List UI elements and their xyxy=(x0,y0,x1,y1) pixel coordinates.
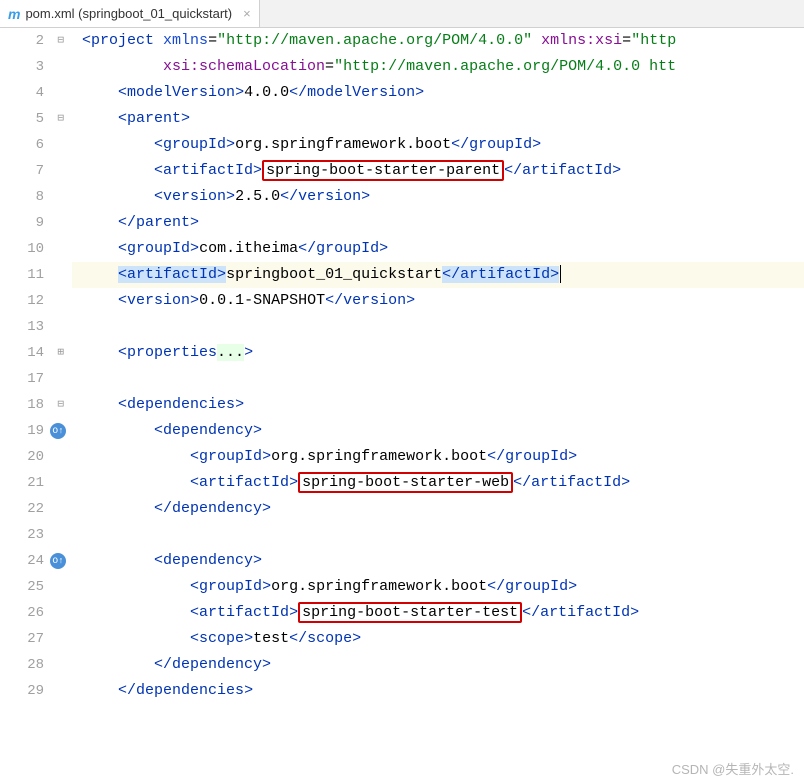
tab-bar: m pom.xml (springboot_01_quickstart) × xyxy=(0,0,804,28)
code-line: <dependency> xyxy=(72,418,804,444)
line-number: 17 xyxy=(0,366,72,392)
line-number: 24⊟o xyxy=(0,548,72,574)
line-gutter: 2⊟345⊟67891011121314⊞1718⊟19⊟o2021222324… xyxy=(0,28,72,704)
text-cursor xyxy=(560,265,561,283)
code-line-current: <artifactId>springboot_01_quickstart</ar… xyxy=(72,262,804,288)
file-tab[interactable]: m pom.xml (springboot_01_quickstart) × xyxy=(0,0,260,27)
code-line: <parent> xyxy=(72,106,804,132)
code-line: <groupId>org.springframework.boot</group… xyxy=(72,444,804,470)
line-number: 2⊟ xyxy=(0,28,72,54)
line-number: 23 xyxy=(0,522,72,548)
line-number: 22 xyxy=(0,496,72,522)
line-number: 27 xyxy=(0,626,72,652)
code-line: <modelVersion>4.0.0</modelVersion> xyxy=(72,80,804,106)
code-line: </dependencies> xyxy=(72,678,804,704)
maven-file-icon: m xyxy=(8,6,20,22)
fold-collapse-icon[interactable]: ⊟ xyxy=(57,106,64,132)
line-number: 19⊟o xyxy=(0,418,72,444)
code-line: <dependency> xyxy=(72,548,804,574)
line-number: 9 xyxy=(0,210,72,236)
code-line xyxy=(72,314,804,340)
line-number: 13 xyxy=(0,314,72,340)
code-line: <artifactId>spring-boot-starter-parent</… xyxy=(72,158,804,184)
line-number: 7 xyxy=(0,158,72,184)
fold-collapse-icon[interactable]: ⊟ xyxy=(57,28,64,54)
code-line: <artifactId>spring-boot-starter-test</ar… xyxy=(72,600,804,626)
line-number: 5⊟ xyxy=(0,106,72,132)
code-line: xsi:schemaLocation="http://maven.apache.… xyxy=(72,54,804,80)
line-number: 8 xyxy=(0,184,72,210)
fold-collapse-icon[interactable]: ⊟ xyxy=(57,392,64,418)
line-number: 10 xyxy=(0,236,72,262)
line-number: 25 xyxy=(0,574,72,600)
line-number: 3 xyxy=(0,54,72,80)
fold-expand-icon[interactable]: ⊞ xyxy=(57,340,64,366)
line-number: 18⊟ xyxy=(0,392,72,418)
code-area[interactable]: <project xmlns="http://maven.apache.org/… xyxy=(72,28,804,704)
code-line: <version>0.0.1-SNAPSHOT</version> xyxy=(72,288,804,314)
line-number: 21 xyxy=(0,470,72,496)
override-marker-icon[interactable]: o xyxy=(50,423,66,439)
override-marker-icon[interactable]: o xyxy=(50,553,66,569)
close-icon[interactable]: × xyxy=(243,6,251,21)
code-line: <artifactId>spring-boot-starter-web</art… xyxy=(72,470,804,496)
line-number: 20 xyxy=(0,444,72,470)
line-number: 29 xyxy=(0,678,72,704)
line-number: 6 xyxy=(0,132,72,158)
code-line xyxy=(72,366,804,392)
line-number: 4 xyxy=(0,80,72,106)
code-line: <version>2.5.0</version> xyxy=(72,184,804,210)
line-number: 28 xyxy=(0,652,72,678)
line-number: 14⊞ xyxy=(0,340,72,366)
code-line: <project xmlns="http://maven.apache.org/… xyxy=(72,28,804,54)
watermark: CSDN @失重外太空. xyxy=(672,759,794,778)
code-line: <groupId>com.itheima</groupId> xyxy=(72,236,804,262)
code-line: <dependencies> xyxy=(72,392,804,418)
code-line: <properties...> xyxy=(72,340,804,366)
line-number: 26 xyxy=(0,600,72,626)
line-number: 11 xyxy=(0,262,72,288)
code-line: <groupId>org.springframework.boot</group… xyxy=(72,132,804,158)
code-line: </parent> xyxy=(72,210,804,236)
tab-label: pom.xml (springboot_01_quickstart) xyxy=(25,6,232,21)
code-line: </dependency> xyxy=(72,652,804,678)
code-line: </dependency> xyxy=(72,496,804,522)
editor-area: 2⊟345⊟67891011121314⊞1718⊟19⊟o2021222324… xyxy=(0,28,804,704)
line-number: 12 xyxy=(0,288,72,314)
code-line: <groupId>org.springframework.boot</group… xyxy=(72,574,804,600)
code-line xyxy=(72,522,804,548)
code-line: <scope>test</scope> xyxy=(72,626,804,652)
